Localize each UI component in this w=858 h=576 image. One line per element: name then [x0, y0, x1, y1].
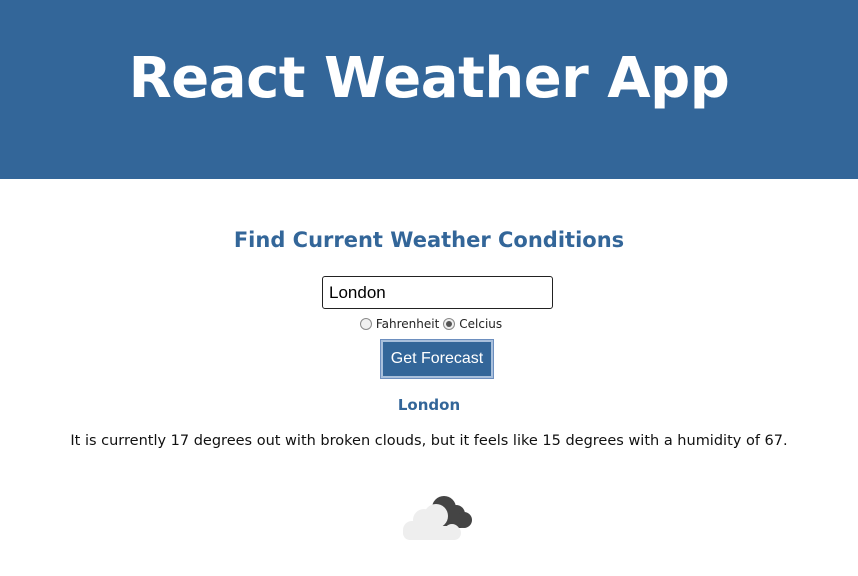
fahrenheit-radio[interactable]	[359, 318, 372, 330]
unit-option-celcius[interactable]: Celcius	[443, 317, 502, 331]
city-input[interactable]	[322, 276, 553, 309]
celcius-label: Celcius	[459, 317, 503, 331]
app-title: React Weather App	[128, 46, 730, 111]
result-city: London	[397, 396, 461, 414]
celcius-radio[interactable]	[443, 318, 456, 330]
app-header: React Weather App	[0, 0, 858, 179]
unit-selector: Fahrenheit Celcius	[0, 317, 858, 331]
fahrenheit-label: Fahrenheit	[375, 317, 440, 331]
broken-clouds-icon	[403, 496, 472, 540]
get-forecast-button[interactable]: Get Forecast	[380, 339, 494, 379]
form-heading: Find Current Weather Conditions	[233, 228, 625, 252]
weather-description: It is currently 17 degrees out with brok…	[70, 433, 788, 449]
unit-option-fahrenheit[interactable]: Fahrenheit	[359, 317, 440, 331]
